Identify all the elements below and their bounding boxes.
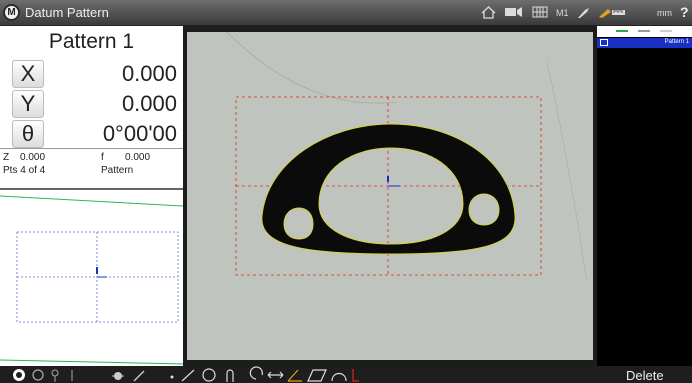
feature-name: Pattern 1 (48, 30, 135, 53)
slot-tool-icon[interactable] (226, 369, 234, 382)
ruler-icon[interactable] (598, 5, 626, 19)
z-value: 0.000 (20, 152, 46, 163)
feature-list-header (597, 26, 692, 37)
edge-probe-icon[interactable] (32, 369, 44, 381)
light-icon[interactable] (112, 372, 124, 380)
feature-type: Pattern (101, 165, 134, 176)
delete-button[interactable]: Delete (626, 368, 664, 383)
live-video-image (187, 32, 593, 360)
grid-icon[interactable] (532, 6, 548, 18)
points-count: Pts 4 of 4 (3, 165, 46, 176)
crosshair-probe-icon[interactable] (51, 369, 59, 382)
header-tab-line[interactable] (616, 30, 628, 32)
window-title: Datum Pattern (25, 5, 109, 20)
circle-tool-icon[interactable] (202, 368, 216, 382)
probe-icon[interactable] (576, 6, 591, 19)
y-value: 0.000 (121, 91, 177, 116)
y-axis-button[interactable]: Y (12, 90, 44, 118)
angle-tool-icon[interactable] (287, 369, 302, 382)
hand-probe-icon[interactable] (13, 369, 25, 381)
title-bar: M Datum Pattern M1 mm ? (0, 0, 692, 26)
dro-divider (0, 148, 183, 149)
curve-tool-icon[interactable] (331, 372, 347, 382)
feature-list-item-label: Pattern 1 (664, 39, 689, 45)
point-tool-icon[interactable] (170, 375, 174, 379)
theta-value: 0°00'00 (102, 121, 177, 146)
line-tool-icon[interactable] (181, 369, 195, 382)
dro-panel: Pattern 1 X 0.000 Y 0.000 θ 0°00'00 Z 0.… (0, 26, 183, 188)
feature-list-item[interactable]: Pattern 1 (597, 38, 692, 48)
header-tab-line[interactable] (638, 30, 650, 32)
help-icon[interactable]: ? (680, 4, 689, 20)
bottom-toolbar: Delete (0, 366, 692, 383)
part-view-canvas (0, 195, 184, 365)
line-icon[interactable] (133, 370, 145, 382)
app-logo: M (3, 4, 20, 21)
theta-axis-button[interactable]: θ (12, 120, 44, 148)
z-label: Z (3, 152, 10, 163)
f-value: 0.000 (125, 152, 151, 163)
video-view[interactable] (183, 26, 597, 366)
arc-tool-icon[interactable] (249, 366, 263, 380)
pattern-feature-icon (600, 39, 608, 46)
units-label[interactable]: mm (657, 8, 672, 18)
magnification-label[interactable]: M1 (556, 8, 569, 18)
distance-tool-icon[interactable] (267, 371, 284, 379)
x-axis-button[interactable]: X (12, 60, 44, 88)
plane-tool-icon[interactable] (307, 369, 327, 382)
f-label: f (101, 152, 104, 163)
camera-icon[interactable] (504, 6, 524, 18)
x-value: 0.000 (121, 61, 177, 86)
part-view[interactable] (0, 188, 184, 366)
measure-tools (13, 366, 359, 382)
home-icon[interactable] (481, 6, 496, 19)
datum-tool-icon[interactable] (352, 369, 359, 382)
feature-list[interactable]: Pattern 1 (597, 26, 692, 366)
header-tab-line[interactable] (660, 30, 672, 32)
